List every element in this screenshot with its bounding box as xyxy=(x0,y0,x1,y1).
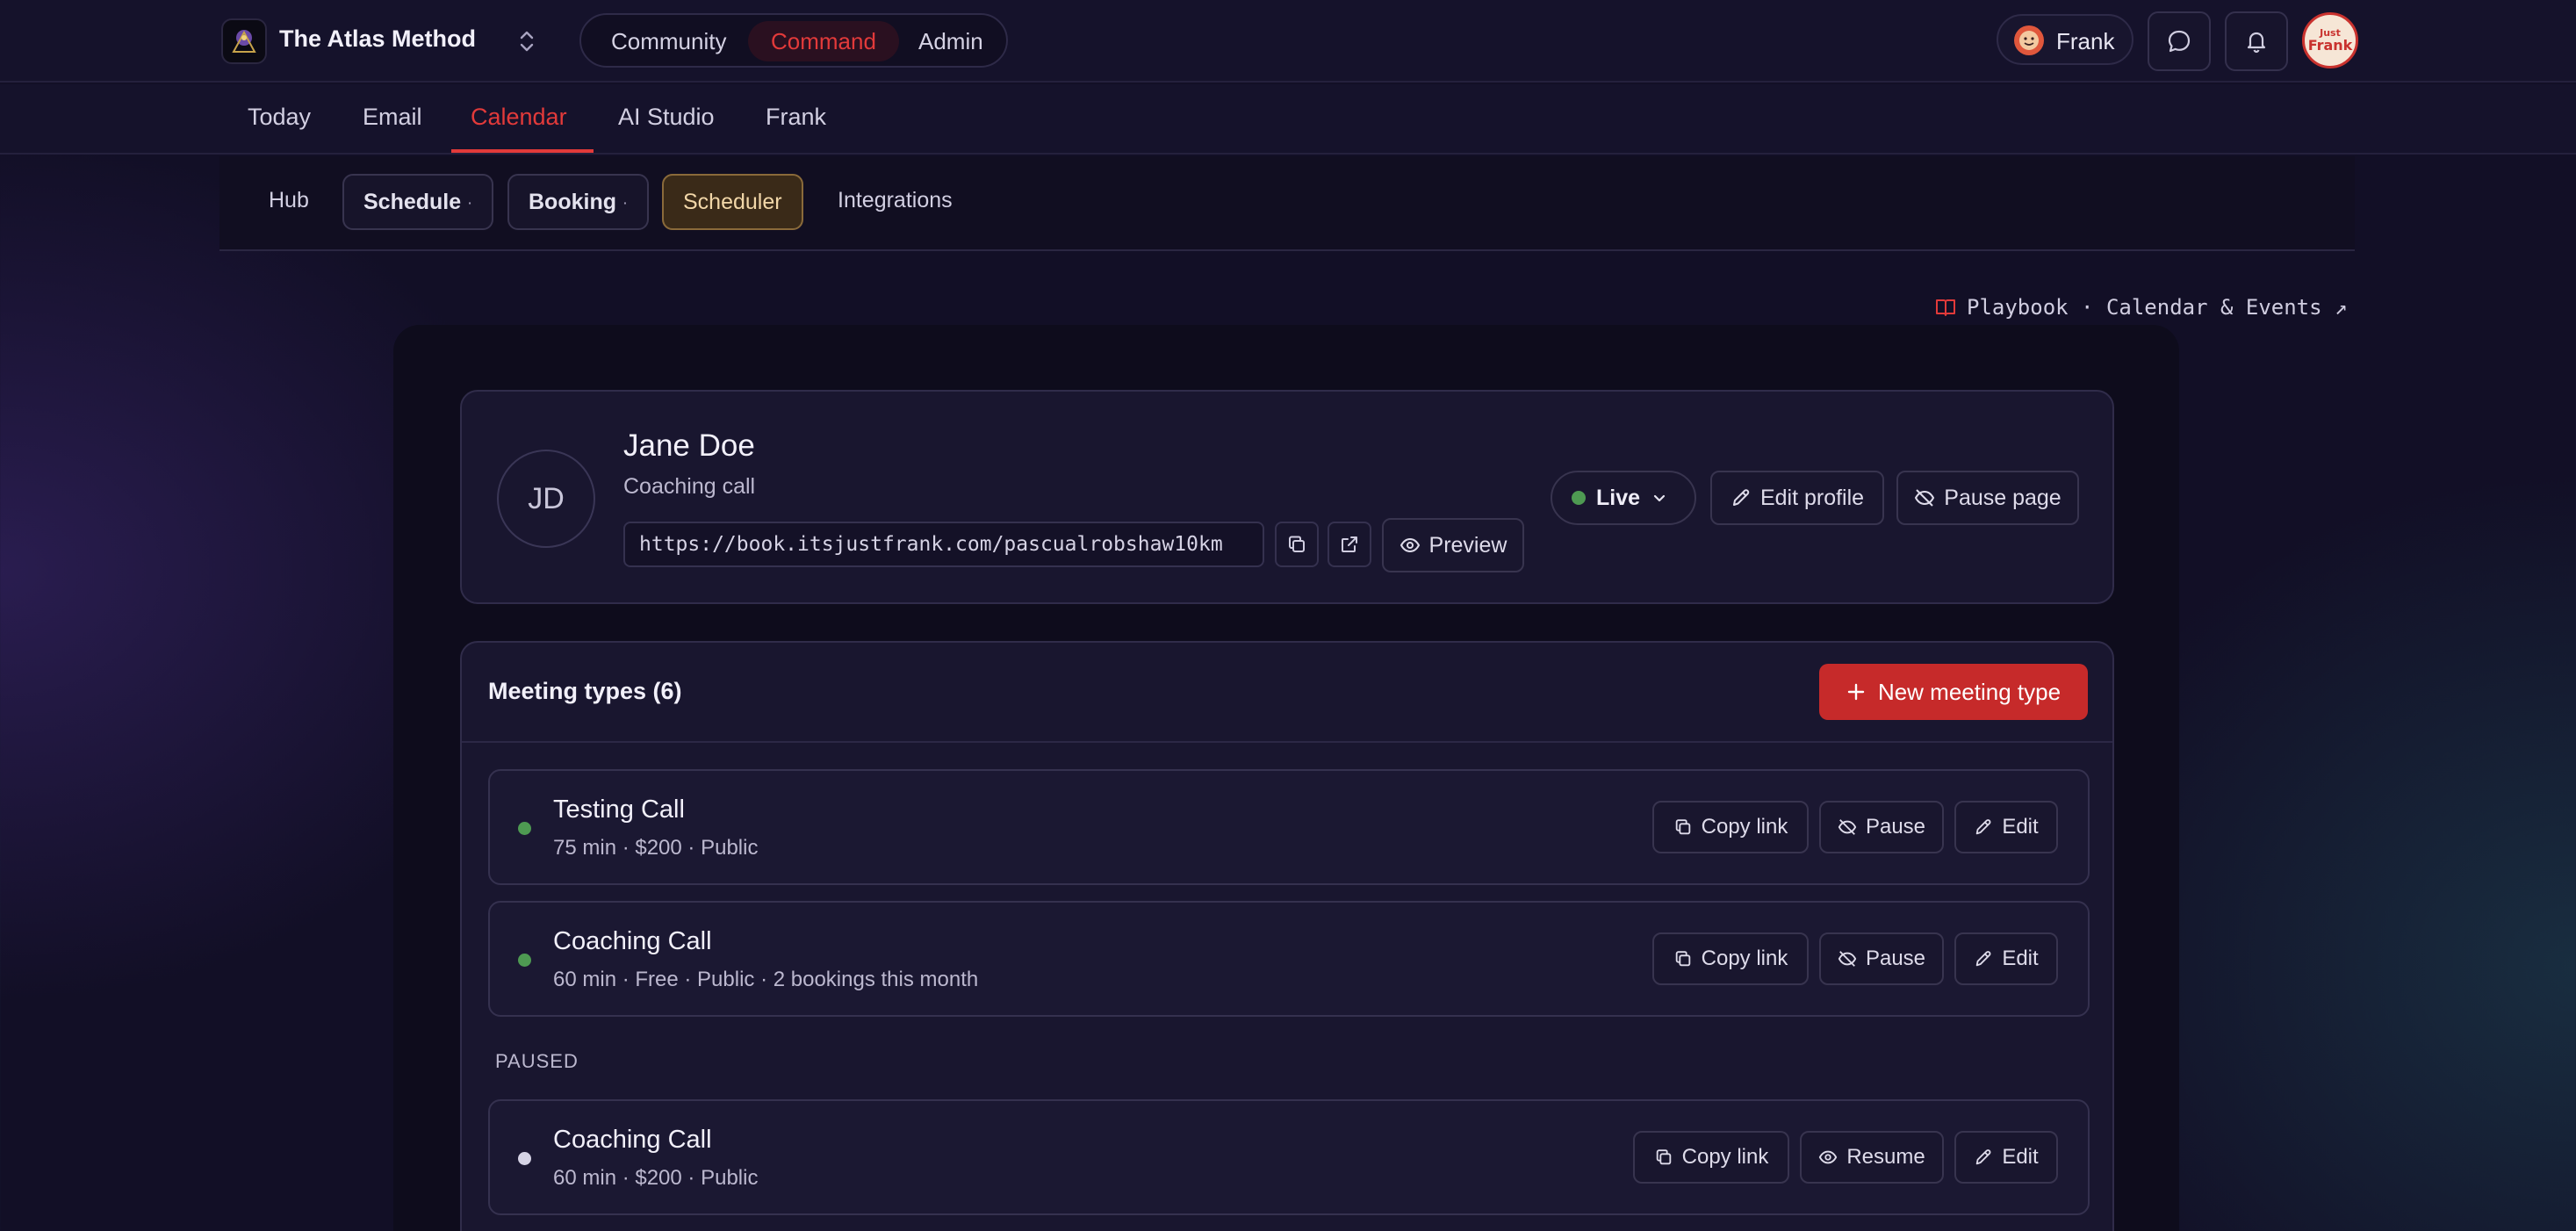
meeting-type-meta: 75 min · $200 · Public xyxy=(553,836,759,860)
mode-switcher: Community Command Admin xyxy=(579,13,1008,68)
nav-frank[interactable]: Frank xyxy=(766,104,826,131)
paused-status-dot xyxy=(518,1152,531,1165)
meeting-types-title: Meeting types (6) xyxy=(488,678,682,704)
booking-profile-card: JD Jane Doe Coaching call https://book.i… xyxy=(460,390,2114,604)
app-name: The Atlas Method xyxy=(279,25,477,52)
meeting-types-card: Meeting types (6) New meeting type Testi… xyxy=(460,641,2114,1231)
subnav-hub[interactable]: Hub xyxy=(249,174,328,230)
copy-icon xyxy=(1675,819,1690,835)
mode-admin[interactable]: Admin xyxy=(896,21,1006,61)
meeting-type-name: Coaching Call xyxy=(553,927,712,955)
subnav-integrations[interactable]: Integrations xyxy=(818,174,972,230)
playbook-link[interactable]: Playbook · Calendar & Events ↗ xyxy=(1935,295,2347,320)
atlas-logo-icon xyxy=(232,30,256,53)
booking-url[interactable]: https://book.itsjustfrank.com/pascualrob… xyxy=(623,522,1264,567)
mode-community[interactable]: Community xyxy=(588,21,749,61)
user-face-icon xyxy=(2019,31,2039,50)
bell-icon xyxy=(2247,32,2266,54)
notifications-button[interactable] xyxy=(2225,11,2288,71)
subnav-schedule[interactable]: Schedule · xyxy=(342,174,493,230)
calendar-subnav: Hub Schedule · Booking · Scheduler Integra… xyxy=(219,156,2355,251)
external-link-icon xyxy=(1342,536,1357,552)
user-menu[interactable]: Frank xyxy=(1997,14,2133,65)
chat-bubble-icon xyxy=(2168,30,2191,53)
mode-command[interactable]: Command xyxy=(748,21,899,61)
pencil-icon xyxy=(1976,819,1991,835)
meeting-type-meta: 60 min · Free · Public · 2 bookings this… xyxy=(553,968,979,991)
subnav-booking[interactable]: Booking · xyxy=(507,174,649,230)
profile-subtitle: Coaching call xyxy=(623,474,756,499)
active-status-dot xyxy=(518,822,531,835)
nav-email[interactable]: Email xyxy=(363,104,422,131)
eye-off-icon xyxy=(1838,819,1857,835)
copy-link-button[interactable]: Copy link xyxy=(1633,1131,1789,1184)
copy-link-button[interactable]: Copy link xyxy=(1652,932,1809,985)
live-status-dot xyxy=(1572,491,1586,505)
copy-link-button[interactable]: Copy link xyxy=(1652,801,1809,853)
meeting-type-meta: 60 min · $200 · Public xyxy=(553,1166,759,1190)
pause-button[interactable]: Pause xyxy=(1819,801,1944,853)
open-url-button[interactable] xyxy=(1328,522,1371,567)
pencil-icon xyxy=(1976,951,1991,967)
workspace-switcher-icon[interactable] xyxy=(516,27,537,55)
paused-section-label: PAUSED xyxy=(495,1050,579,1072)
dropdown-marker: · xyxy=(468,196,472,211)
edit-profile-button[interactable]: Edit profile xyxy=(1710,471,1884,525)
eye-icon xyxy=(1819,1150,1838,1164)
meeting-types-header: Meeting types (6) New meeting type xyxy=(462,643,2112,743)
copy-icon xyxy=(1675,951,1690,967)
dropdown-marker: · xyxy=(623,196,628,211)
pause-button[interactable]: Pause xyxy=(1819,932,1944,985)
chevron-down-icon xyxy=(1653,494,1666,502)
nav-calendar[interactable]: Calendar xyxy=(471,104,567,131)
new-meeting-type-button[interactable]: New meeting type xyxy=(1819,664,2088,720)
brand-logo[interactable] xyxy=(221,18,267,64)
meeting-type-name: Testing Call xyxy=(553,795,685,824)
resume-button[interactable]: Resume xyxy=(1800,1131,1944,1184)
preview-button[interactable]: Preview xyxy=(1382,518,1524,572)
open-book-icon xyxy=(1936,299,1955,316)
page-status-dropdown[interactable]: Live xyxy=(1551,471,1696,525)
eye-icon xyxy=(1400,537,1420,553)
user-avatar xyxy=(2014,25,2044,55)
nav-ai-studio[interactable]: AI Studio xyxy=(618,104,715,131)
copy-url-button[interactable] xyxy=(1275,522,1319,567)
playbook-link-label: Playbook · Calendar & Events ↗ xyxy=(1967,295,2348,320)
edit-button[interactable]: Edit xyxy=(1954,1131,2058,1184)
meeting-type-row: Coaching Call 60 min · $200 · Public Cop… xyxy=(488,1099,2090,1215)
meeting-type-row: Coaching Call 60 min · Free · Public · 2… xyxy=(488,901,2090,1017)
user-name: Frank xyxy=(2056,28,2115,54)
pencil-icon xyxy=(1976,1149,1991,1165)
edit-button[interactable]: Edit xyxy=(1954,932,2058,985)
meeting-type-name: Coaching Call xyxy=(553,1126,712,1154)
profile-name: Jane Doe xyxy=(623,428,755,463)
active-status-dot xyxy=(518,954,531,967)
plus-icon xyxy=(1847,683,1865,701)
edit-button[interactable]: Edit xyxy=(1954,801,2058,853)
just-frank-logo: Just Frank xyxy=(2308,27,2353,54)
primary-nav: Today Email Calendar AI Studio Frank xyxy=(0,84,2576,155)
pencil-icon xyxy=(1732,489,1750,506)
profile-avatar: JD xyxy=(497,450,595,548)
copy-icon xyxy=(1289,536,1305,552)
active-nav-indicator xyxy=(451,149,594,153)
account-avatar[interactable]: Just Frank xyxy=(2302,12,2358,68)
top-bar: The Atlas Method Community Command Admin… xyxy=(0,0,2576,83)
subnav-scheduler[interactable]: Scheduler xyxy=(662,174,803,230)
pause-page-button[interactable]: Pause page xyxy=(1896,471,2079,525)
copy-icon xyxy=(1656,1149,1671,1165)
nav-today[interactable]: Today xyxy=(248,104,311,131)
messages-button[interactable] xyxy=(2148,11,2211,71)
eye-off-icon xyxy=(1838,951,1857,967)
svg-text:Frank: Frank xyxy=(2308,37,2353,54)
eye-off-icon xyxy=(1915,489,1935,507)
meeting-type-row: Testing Call 75 min · $200 · Public Copy… xyxy=(488,769,2090,885)
